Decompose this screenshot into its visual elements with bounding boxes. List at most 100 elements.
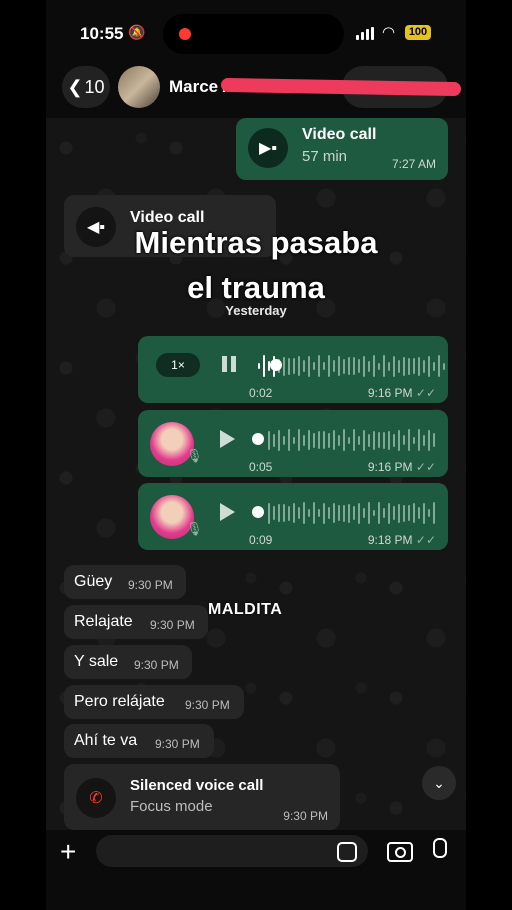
- waveform-bar: [368, 433, 370, 447]
- waveform-bar: [438, 355, 440, 377]
- waveform-bar: [308, 430, 310, 450]
- read-receipt-icon: ✓✓: [415, 533, 436, 547]
- scroll-to-bottom-button[interactable]: ⌄: [422, 766, 456, 800]
- incoming-text-message[interactable]: Ahí te va 9:30 PM: [64, 724, 214, 758]
- voice-message[interactable]: 🎙 0:05 9:16 PM ✓✓: [138, 410, 448, 477]
- overlay-caption-line1: Mientras pasaba: [134, 225, 378, 260]
- back-chevron-icon: ❮: [67, 76, 83, 97]
- call-time: 9:30 PM: [283, 809, 328, 823]
- waveform-bar: [323, 502, 325, 524]
- overlay-sticker-text: MALDITA: [208, 601, 283, 618]
- camera-icon[interactable]: [387, 842, 413, 862]
- incoming-text-message[interactable]: Güey 9:30 PM: [64, 565, 186, 599]
- waveform-bar: [418, 356, 420, 376]
- message-time: 9:30 PM: [150, 618, 195, 632]
- waveform-bar: [323, 431, 325, 449]
- silenced-voice-call-bubble[interactable]: ✆ Silenced voice call Focus mode 9:30 PM: [64, 764, 340, 830]
- waveform-bar: [298, 507, 300, 519]
- waveform[interactable]: [268, 501, 435, 525]
- waveform-bar: [358, 359, 360, 373]
- waveform-bar: [398, 359, 400, 373]
- scrub-handle[interactable]: [252, 506, 264, 518]
- silent-bell-icon: 🔕: [128, 24, 146, 40]
- waveform-bar: [423, 434, 425, 446]
- waveform-bar: [363, 355, 365, 377]
- scrub-handle[interactable]: [270, 359, 282, 371]
- plus-icon[interactable]: +: [60, 838, 76, 866]
- waveform-bar: [323, 362, 325, 370]
- playback-speed-button[interactable]: 1×: [156, 353, 200, 377]
- waveform-bar: [283, 356, 285, 376]
- waveform-bar: [428, 355, 430, 377]
- call-time: 7:27 AM: [391, 157, 436, 171]
- waveform-bar: [313, 502, 315, 524]
- waveform-bar: [373, 430, 375, 450]
- message-time: 9:30 PM: [134, 658, 179, 672]
- waveform-bar: [378, 362, 380, 370]
- waveform-bar: [338, 356, 340, 376]
- waveform-bar: [278, 504, 280, 522]
- microphone-icon: 🎙: [186, 521, 203, 536]
- waveform-bar: [383, 431, 385, 449]
- voice-message[interactable]: 🎙 0:09 9:18 PM ✓✓: [138, 483, 448, 550]
- waveform-bar: [373, 355, 375, 377]
- waveform-bar: [443, 362, 445, 370]
- waveform-bar: [393, 506, 395, 520]
- waveform-bar: [303, 502, 305, 524]
- waveform-bar: [428, 509, 430, 517]
- waveform-bar: [333, 430, 335, 450]
- chevron-down-icon: ⌄: [433, 775, 445, 791]
- waveform-bar: [333, 360, 335, 372]
- waveform[interactable]: [268, 428, 435, 452]
- incoming-text-message[interactable]: Pero relájate 9:30 PM: [64, 685, 244, 719]
- overlay-caption-line2: el trauma: [187, 270, 325, 305]
- waveform-bar: [343, 429, 345, 451]
- voice-message[interactable]: 1× 0:02 9:16 PM ✓✓: [138, 336, 448, 403]
- waveform-bar: [343, 504, 345, 522]
- incoming-text-message[interactable]: Y sale 9:30 PM: [64, 645, 192, 679]
- sticker-icon[interactable]: [337, 842, 357, 862]
- waveform-bar: [288, 505, 290, 521]
- waveform-bar: [358, 502, 360, 524]
- waveform-bar: [293, 503, 295, 523]
- waveform-bar: [353, 429, 355, 451]
- waveform-bar: [283, 504, 285, 522]
- waveform-bar: [408, 505, 410, 521]
- waveform-bar: [403, 356, 405, 376]
- waveform-bar: [378, 502, 380, 524]
- day-separator: Yesterday: [225, 303, 287, 318]
- waveform-bar: [258, 363, 260, 369]
- dynamic-island: [163, 14, 344, 54]
- incoming-text-message[interactable]: Relajate 9:30 PM: [64, 605, 208, 639]
- waveform-bar: [418, 507, 420, 519]
- play-icon[interactable]: [220, 503, 235, 521]
- recording-indicator-icon: [179, 28, 191, 40]
- outgoing-video-call-bubble[interactable]: ▶▪ Video call 57 min 7:27 AM: [236, 118, 448, 180]
- wifi-icon: ◠: [382, 24, 396, 41]
- unread-count: 10: [84, 76, 105, 97]
- waveform-bar: [318, 509, 320, 517]
- waveform[interactable]: [258, 354, 445, 378]
- microphone-icon[interactable]: [433, 838, 447, 858]
- waveform-bar: [368, 360, 370, 372]
- pause-icon[interactable]: [222, 356, 236, 372]
- waveform-bar: [353, 506, 355, 520]
- waveform-bar: [428, 429, 430, 451]
- waveform-bar: [338, 434, 340, 446]
- waveform-bar: [328, 355, 330, 377]
- waveform-bar: [368, 502, 370, 524]
- back-button[interactable]: ❮ 10: [62, 66, 110, 108]
- voice-duration: 0:09: [249, 533, 273, 547]
- waveform-bar: [408, 429, 410, 451]
- scrub-handle[interactable]: [252, 433, 264, 445]
- voice-time: 9:16 PM ✓✓: [367, 386, 436, 400]
- message-time: 9:30 PM: [155, 737, 200, 751]
- waveform-bar: [308, 509, 310, 517]
- waveform-bar: [433, 361, 435, 371]
- battery-indicator: 100: [405, 25, 431, 40]
- play-icon[interactable]: [220, 430, 235, 448]
- waveform-bar: [363, 508, 365, 518]
- message-input[interactable]: [96, 835, 368, 867]
- waveform-bar: [388, 430, 390, 450]
- contact-avatar[interactable]: [118, 66, 160, 108]
